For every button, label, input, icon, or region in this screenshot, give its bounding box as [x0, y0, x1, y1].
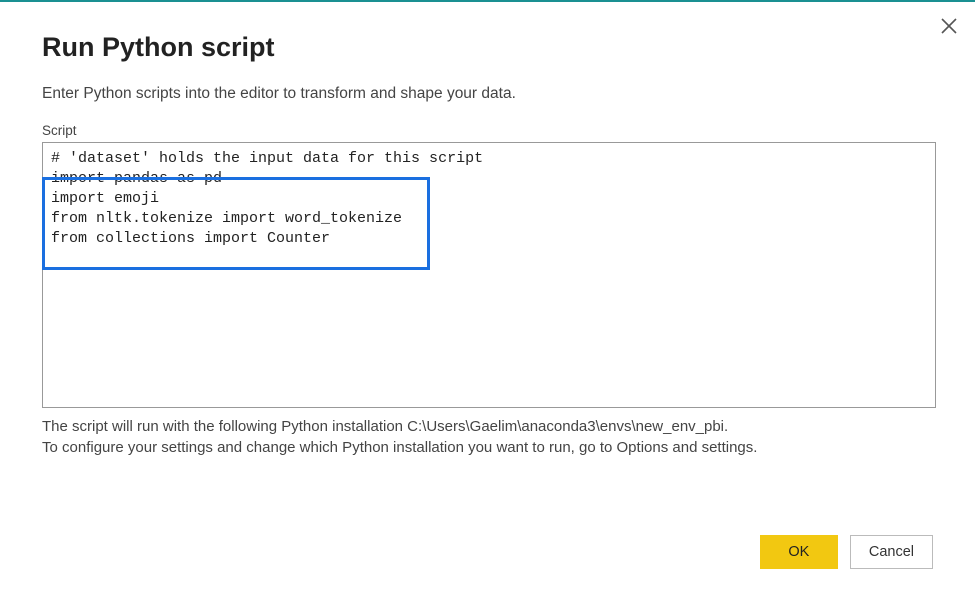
config-hint-info: To configure your settings and change wh… [42, 439, 933, 456]
install-path-info: The script will run with the following P… [42, 418, 933, 435]
script-text: # 'dataset' holds the input data for thi… [51, 150, 483, 247]
cancel-button[interactable]: Cancel [850, 535, 933, 569]
dialog-button-row: OK Cancel [760, 535, 933, 569]
dialog-subtitle: Enter Python scripts into the editor to … [42, 85, 933, 103]
script-editor[interactable]: # 'dataset' holds the input data for thi… [42, 142, 936, 408]
dialog-title: Run Python script [42, 32, 933, 63]
python-install-info: The script will run with the following P… [42, 418, 933, 456]
ok-button[interactable]: OK [760, 535, 838, 569]
run-python-script-dialog: Run Python script Enter Python scripts i… [0, 2, 975, 593]
script-field-label: Script [42, 123, 933, 138]
close-icon[interactable] [935, 12, 963, 40]
